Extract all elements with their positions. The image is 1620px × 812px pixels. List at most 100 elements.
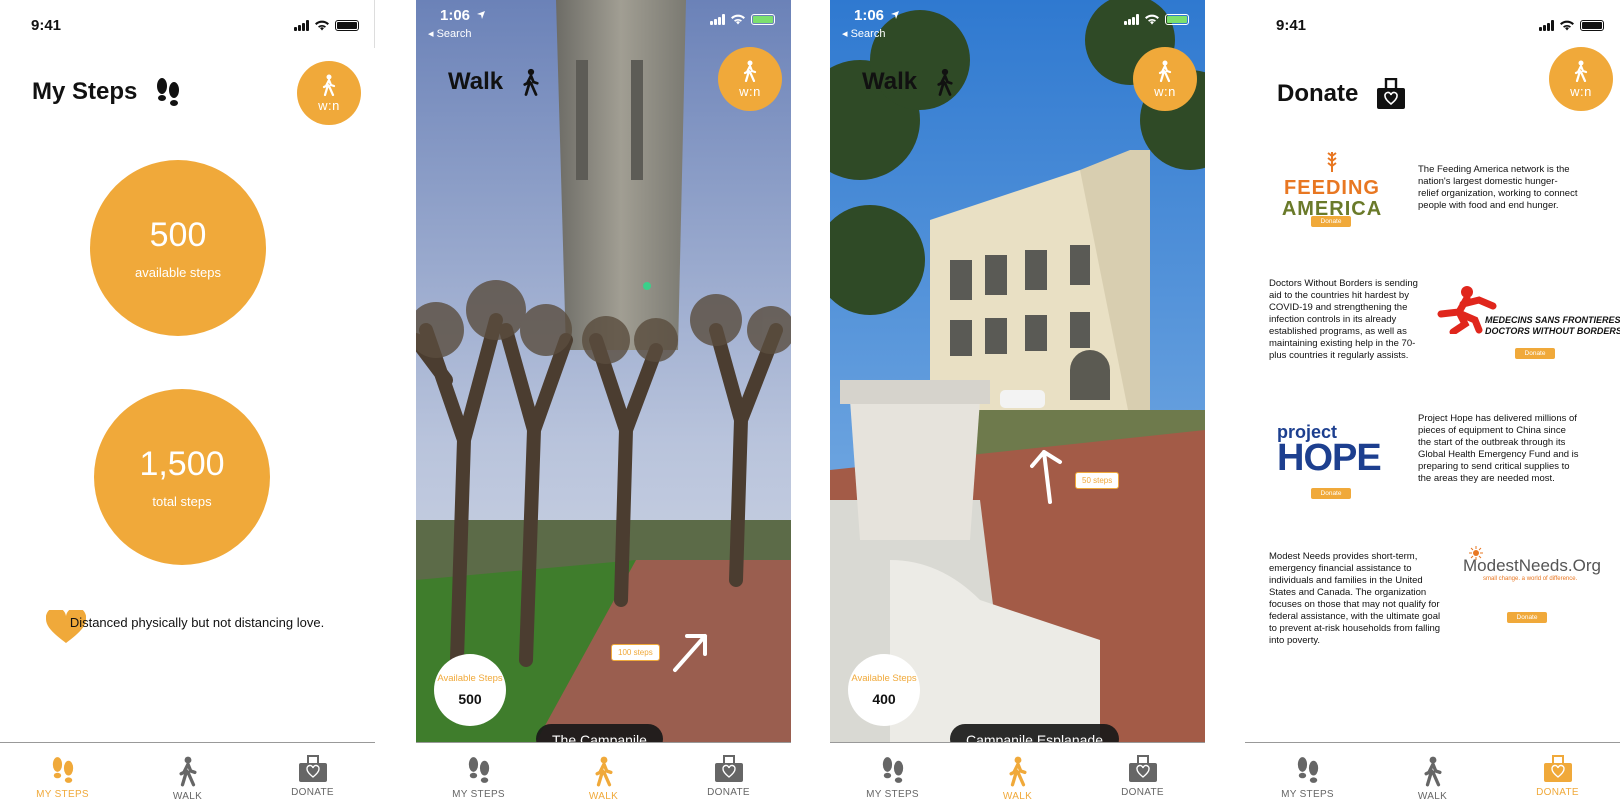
total-steps-label: total steps xyxy=(152,494,212,509)
walker-icon xyxy=(1158,60,1172,82)
love-message: Distanced physically but not distancing … xyxy=(69,615,325,630)
tab-label: DONATE xyxy=(291,787,334,798)
walker-icon xyxy=(1008,756,1027,787)
arrow-icon xyxy=(673,634,707,672)
tab-donate[interactable]: DONATE xyxy=(666,743,791,812)
tab-label: MY STEPS xyxy=(452,789,505,800)
wheat-icon xyxy=(1327,152,1337,172)
tab-walk[interactable]: WALK xyxy=(955,743,1080,812)
wifi-icon xyxy=(1560,20,1574,31)
walker-icon xyxy=(523,68,539,96)
tab-walk[interactable]: WALK xyxy=(1370,743,1495,812)
arrow-icon xyxy=(1030,450,1062,504)
logo-line-2: HOPE xyxy=(1277,437,1382,479)
footprints-icon xyxy=(52,757,73,783)
footprints-icon xyxy=(882,757,903,783)
logo-line-2: small change. a world of difference. xyxy=(1483,576,1578,582)
tab-my-steps[interactable]: MY STEPS xyxy=(416,743,541,812)
signal-icon xyxy=(1124,13,1139,25)
signal-icon xyxy=(294,19,309,31)
available-steps-label: available steps xyxy=(135,265,221,280)
status-bar: 9:41 xyxy=(1245,0,1620,46)
donation-box-icon xyxy=(298,755,327,782)
tab-label: DONATE xyxy=(1121,787,1164,798)
love-message-block: Distanced physically but not distancing … xyxy=(44,610,334,643)
tab-my-steps[interactable]: MY STEPS xyxy=(1245,743,1370,812)
app-logo-badge[interactable]: w:n xyxy=(1133,47,1197,111)
sun-icon xyxy=(1469,546,1483,560)
tab-label: WALK xyxy=(1417,791,1448,802)
walker-icon xyxy=(178,756,197,787)
ar-camera-view[interactable] xyxy=(416,0,791,742)
app-logo-badge[interactable]: w:n xyxy=(718,47,782,111)
available-steps-label: Available Steps xyxy=(437,673,503,684)
donate-button-modest-needs[interactable]: Donate xyxy=(1507,612,1547,623)
tab-my-steps[interactable]: MY STEPS xyxy=(830,743,955,812)
donate-button-project-hope[interactable]: Donate xyxy=(1311,488,1351,499)
status-time: 1:06 xyxy=(854,7,885,24)
donate-button-msf[interactable]: Donate xyxy=(1515,348,1555,359)
walker-icon xyxy=(743,60,757,82)
tab-donate[interactable]: DONATE xyxy=(1495,743,1620,812)
page-title: My Steps xyxy=(32,78,138,105)
tab-label: WALK xyxy=(172,791,203,802)
logo-line-1: FEEDING xyxy=(1284,177,1380,199)
status-time: 1:06 xyxy=(440,7,471,24)
app-logo-badge[interactable]: w:n xyxy=(1549,47,1613,111)
available-steps-circle: 500 available steps xyxy=(90,160,266,336)
status-bar: 9:41 xyxy=(0,0,375,46)
walker-icon xyxy=(322,74,336,96)
status-time: 9:41 xyxy=(31,17,62,34)
tab-label: WALK xyxy=(1002,791,1033,802)
donate-screen: 9:41 Donate w:n FEEDING AMERICA Donate T… xyxy=(1245,0,1620,812)
status-time: 9:41 xyxy=(1276,17,1307,34)
page-title: Walk xyxy=(862,68,918,95)
available-steps-bubble: Available Steps 500 xyxy=(434,654,506,726)
msf-description: Doctors Without Borders is sending aid t… xyxy=(1269,278,1418,361)
logo-line-2: DOCTORS WITHOUT BORDERS xyxy=(1485,326,1620,336)
modest-needs-logo: ModestNeeds.Org small change. a world of… xyxy=(1463,546,1601,582)
total-steps-value: 1,500 xyxy=(139,445,225,483)
status-bar: 1:06 ◂ Search xyxy=(830,0,1205,46)
feeding-america-description: The Feeding America network is the natio… xyxy=(1418,164,1578,211)
footprints-icon xyxy=(1297,757,1318,783)
my-steps-screen: 9:41 My Steps w:n 500 available steps 1,… xyxy=(0,0,375,812)
battery-icon xyxy=(335,19,359,31)
tab-bar: MY STEPS WALK DONATE xyxy=(830,742,1205,812)
available-steps-bubble: Available Steps 400 xyxy=(848,654,920,726)
modest-needs-description: Modest Needs provides short-term, emerge… xyxy=(1269,551,1441,646)
ar-camera-view[interactable] xyxy=(830,0,1205,742)
wifi-icon xyxy=(731,14,745,25)
available-steps-value: 500 xyxy=(149,216,207,254)
tab-label: WALK xyxy=(588,791,619,802)
tab-label: MY STEPS xyxy=(866,789,919,800)
donate-button-feeding-america[interactable]: Donate xyxy=(1311,216,1351,227)
footprints-icon xyxy=(157,78,180,106)
page-title: Donate xyxy=(1277,80,1359,107)
app-screens: 9:41 My Steps w:n 500 available steps 1,… xyxy=(0,0,1620,812)
tab-walk[interactable]: WALK xyxy=(541,743,666,812)
back-to-search[interactable]: ◂ Search xyxy=(428,27,471,40)
badge-text: w:n xyxy=(739,83,761,99)
status-bar: 1:06 ◂ Search xyxy=(416,0,791,46)
tab-my-steps[interactable]: MY STEPS xyxy=(0,743,125,812)
tab-bar: MY STEPS WALK DONATE xyxy=(0,742,375,812)
tab-donate[interactable]: DONATE xyxy=(1080,743,1205,812)
back-to-search[interactable]: ◂ Search xyxy=(842,27,885,40)
location-arrow-icon xyxy=(891,11,899,19)
footprints-icon xyxy=(468,757,489,783)
feeding-america-logo: FEEDING AMERICA xyxy=(1277,150,1387,221)
available-steps-label: Available Steps xyxy=(851,673,917,684)
walker-icon xyxy=(1574,60,1588,82)
tab-walk[interactable]: WALK xyxy=(125,743,250,812)
steps-to-target-tag: 100 steps xyxy=(611,644,660,661)
walk-screen-campanile: 1:06 ◂ Search Walk w:n 100 steps Availab… xyxy=(416,0,791,812)
tab-donate[interactable]: DONATE xyxy=(250,743,375,812)
walker-icon xyxy=(594,756,613,787)
total-steps-circle: 1,500 total steps xyxy=(94,389,270,565)
app-logo-badge[interactable]: w:n xyxy=(297,61,361,125)
project-hope-description: Project Hope has delivered millions of p… xyxy=(1418,413,1579,484)
badge-text: w:n xyxy=(1570,83,1592,99)
tab-label: DONATE xyxy=(707,787,750,798)
location-arrow-icon xyxy=(477,11,485,19)
